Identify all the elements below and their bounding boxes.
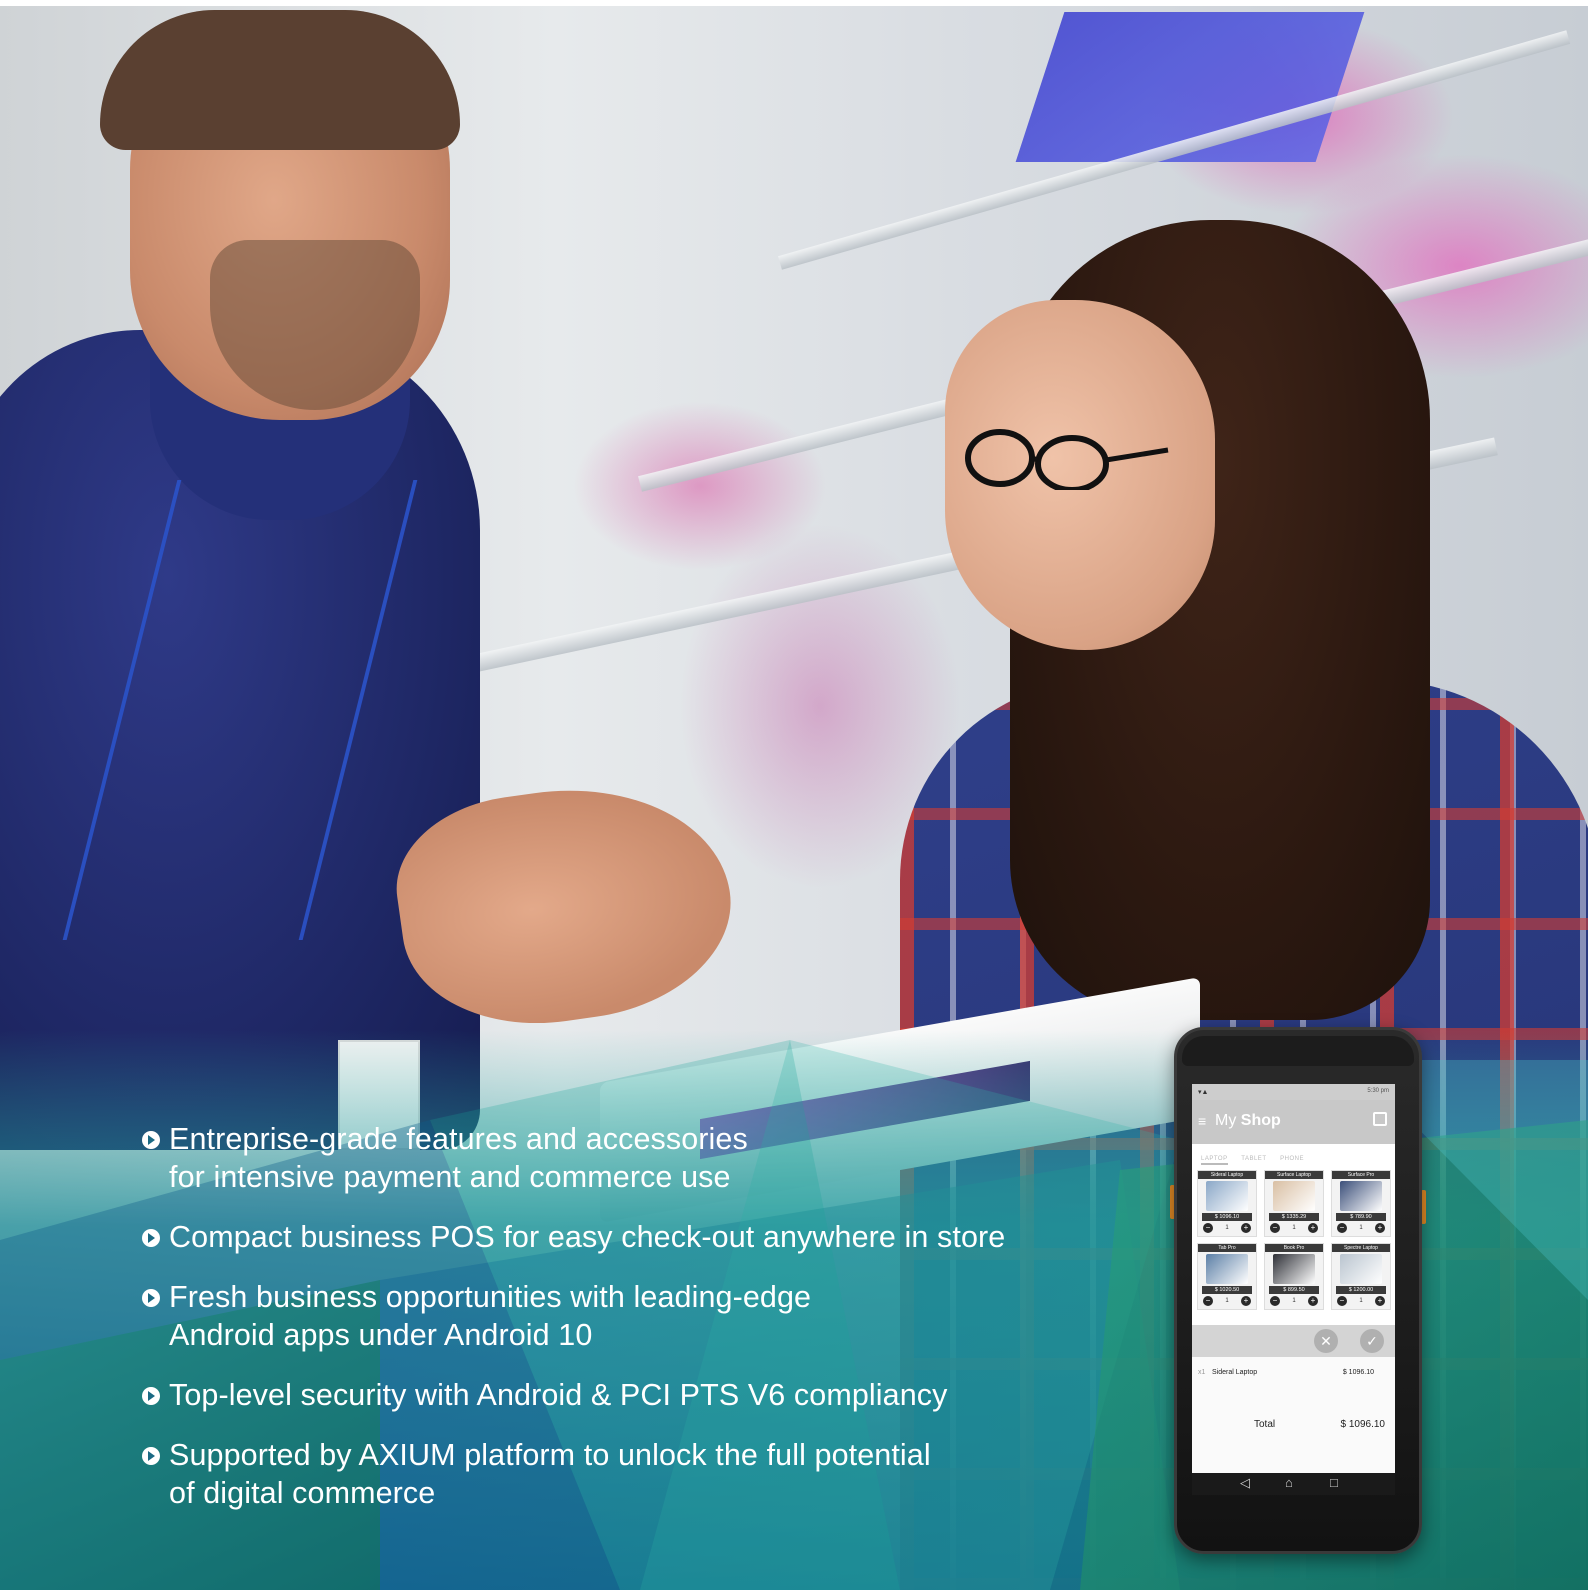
- cart-item-amount: $ 1096.10: [1342, 1369, 1374, 1376]
- feature-line: Android apps under Android 10: [169, 1318, 593, 1352]
- status-bar: ▾▲ 5:30 pm: [1192, 1084, 1395, 1100]
- decrease-quantity-button[interactable]: −: [1270, 1223, 1280, 1233]
- feature-item: Fresh business opportunities with leadin…: [142, 1278, 1142, 1354]
- increase-quantity-button[interactable]: +: [1375, 1223, 1385, 1233]
- arrow-bullet-icon: [142, 1447, 160, 1465]
- product-card[interactable]: Spectre Laptop $ 1200.00 − 1 +: [1331, 1243, 1391, 1310]
- product-image: [1273, 1254, 1315, 1284]
- quantity-value: 1: [1292, 1225, 1296, 1231]
- product-image: [1340, 1254, 1382, 1284]
- increase-quantity-button[interactable]: +: [1308, 1223, 1318, 1233]
- arrow-bullet-icon: [142, 1289, 160, 1307]
- product-price: $ 1335.29: [1269, 1213, 1319, 1221]
- feature-line: of digital commerce: [169, 1476, 436, 1510]
- total-value: $ 1096.10: [1340, 1419, 1386, 1430]
- app-title-shop: Shop: [1240, 1112, 1281, 1129]
- tab-tablet[interactable]: TABLET: [1241, 1156, 1266, 1162]
- tab-phone[interactable]: PHONE: [1280, 1156, 1304, 1162]
- arrow-bullet-icon: [142, 1131, 160, 1149]
- product-name: Book Pro: [1265, 1244, 1323, 1252]
- decrease-quantity-button[interactable]: −: [1337, 1223, 1347, 1233]
- feature-line: Compact business POS for easy check-out …: [169, 1220, 1006, 1254]
- increase-quantity-button[interactable]: +: [1241, 1296, 1251, 1306]
- scan-icon[interactable]: [1373, 1112, 1387, 1126]
- product-price: $ 899.50: [1269, 1286, 1319, 1294]
- back-icon[interactable]: ◁: [1240, 1475, 1250, 1491]
- order-action-bar: ✕ ✓: [1192, 1325, 1395, 1357]
- product-price: $ 1200.00: [1336, 1286, 1386, 1294]
- product-name: Sideral Laptop: [1198, 1171, 1256, 1179]
- product-card[interactable]: Sideral Laptop $ 1096.10 − 1 +: [1197, 1170, 1257, 1237]
- quantity-stepper: − 1 +: [1198, 1294, 1256, 1308]
- product-price: $ 1096.10: [1202, 1213, 1252, 1221]
- tab-laptop[interactable]: LAPTOP: [1201, 1156, 1228, 1165]
- status-time: 5:30 pm: [1367, 1088, 1389, 1094]
- quantity-stepper: − 1 +: [1332, 1294, 1390, 1308]
- app-title: My Shop: [1215, 1112, 1281, 1130]
- cart-qty: x1: [1198, 1369, 1206, 1376]
- confirm-order-button[interactable]: ✓: [1360, 1329, 1384, 1353]
- quantity-stepper: − 1 +: [1265, 1294, 1323, 1308]
- product-name: Tab Pro: [1198, 1244, 1256, 1252]
- promo-page: Entreprise-grade features and accessorie…: [0, 0, 1588, 1590]
- increase-quantity-button[interactable]: +: [1375, 1296, 1385, 1306]
- increase-quantity-button[interactable]: +: [1241, 1223, 1251, 1233]
- product-image: [1273, 1181, 1315, 1211]
- cart-row: x1 Sideral Laptop $ 1096.10: [1198, 1369, 1388, 1376]
- app-title-my: My: [1215, 1112, 1237, 1129]
- quantity-stepper: − 1 +: [1332, 1221, 1390, 1235]
- signal-icon: ▾▲: [1198, 1089, 1209, 1096]
- decrease-quantity-button[interactable]: −: [1203, 1223, 1213, 1233]
- quantity-value: 1: [1225, 1298, 1229, 1304]
- quantity-stepper: − 1 +: [1198, 1221, 1256, 1235]
- quantity-value: 1: [1292, 1298, 1296, 1304]
- device-screen: ▾▲ 5:30 pm ≡ My Shop LAPTOP TABLET PHONE…: [1192, 1084, 1395, 1473]
- feature-line: Entreprise-grade features and accessorie…: [169, 1122, 748, 1156]
- home-icon[interactable]: ⌂: [1285, 1475, 1293, 1490]
- feature-item: Top-level security with Android & PCI PT…: [142, 1376, 1142, 1414]
- cancel-order-button[interactable]: ✕: [1314, 1329, 1338, 1353]
- cart-item-name: Sideral Laptop: [1212, 1369, 1258, 1376]
- product-name: Spectre Laptop: [1332, 1244, 1390, 1252]
- product-card[interactable]: Book Pro $ 899.50 − 1 +: [1264, 1243, 1324, 1310]
- hamburger-menu-icon[interactable]: ≡: [1198, 1113, 1206, 1129]
- feature-line: for intensive payment and commerce use: [169, 1160, 731, 1194]
- app-bar: ≡ My Shop: [1192, 1100, 1395, 1144]
- decrease-quantity-button[interactable]: −: [1337, 1296, 1347, 1306]
- quantity-value: 1: [1225, 1225, 1229, 1231]
- increase-quantity-button[interactable]: +: [1308, 1296, 1318, 1306]
- product-name: Surface Pro: [1332, 1171, 1390, 1179]
- feature-line: Fresh business opportunities with leadin…: [169, 1280, 812, 1314]
- decrease-quantity-button[interactable]: −: [1203, 1296, 1213, 1306]
- decrease-quantity-button[interactable]: −: [1270, 1296, 1280, 1306]
- feature-list: Entreprise-grade features and accessorie…: [142, 1120, 1142, 1534]
- feature-item: Entreprise-grade features and accessorie…: [142, 1120, 1142, 1196]
- product-image: [1206, 1254, 1248, 1284]
- total-label: Total: [1254, 1419, 1276, 1430]
- product-card[interactable]: Tab Pro $ 1020.50 − 1 +: [1197, 1243, 1257, 1310]
- cart-summary: x1 Sideral Laptop $ 1096.10 Total $ 1096…: [1192, 1357, 1395, 1473]
- product-price: $ 1020.50: [1202, 1286, 1252, 1294]
- feature-item: Supported by AXIUM platform to unlock th…: [142, 1436, 1142, 1512]
- arrow-bullet-icon: [142, 1229, 160, 1247]
- product-grid: Sideral Laptop $ 1096.10−1 + Surface Laptop…: [1192, 1166, 1395, 1310]
- feature-line: Supported by AXIUM platform to unlock th…: [169, 1438, 931, 1472]
- quantity-value: 1: [1359, 1225, 1363, 1231]
- recents-icon[interactable]: □: [1330, 1475, 1338, 1490]
- feature-line: Top-level security with Android & PCI PT…: [169, 1378, 948, 1412]
- feature-item: Compact business POS for easy check-out …: [142, 1218, 1142, 1256]
- device-top-bezel: [1182, 1036, 1414, 1066]
- product-card[interactable]: Surface Laptop $ 1335.29 − 1 +: [1264, 1170, 1324, 1237]
- product-name: Surface Laptop: [1265, 1171, 1323, 1179]
- arrow-bullet-icon: [142, 1387, 160, 1405]
- product-card[interactable]: Surface Pro $ 789.90 − 1 +: [1331, 1170, 1391, 1237]
- category-tabs: LAPTOP TABLET PHONE: [1192, 1144, 1395, 1166]
- product-image: [1340, 1181, 1382, 1211]
- product-image: [1206, 1181, 1248, 1211]
- quantity-value: 1: [1359, 1298, 1363, 1304]
- android-nav-bar: ◁ ⌂ □: [1192, 1473, 1395, 1495]
- product-price: $ 789.90: [1336, 1213, 1386, 1221]
- quantity-stepper: − 1 +: [1265, 1221, 1323, 1235]
